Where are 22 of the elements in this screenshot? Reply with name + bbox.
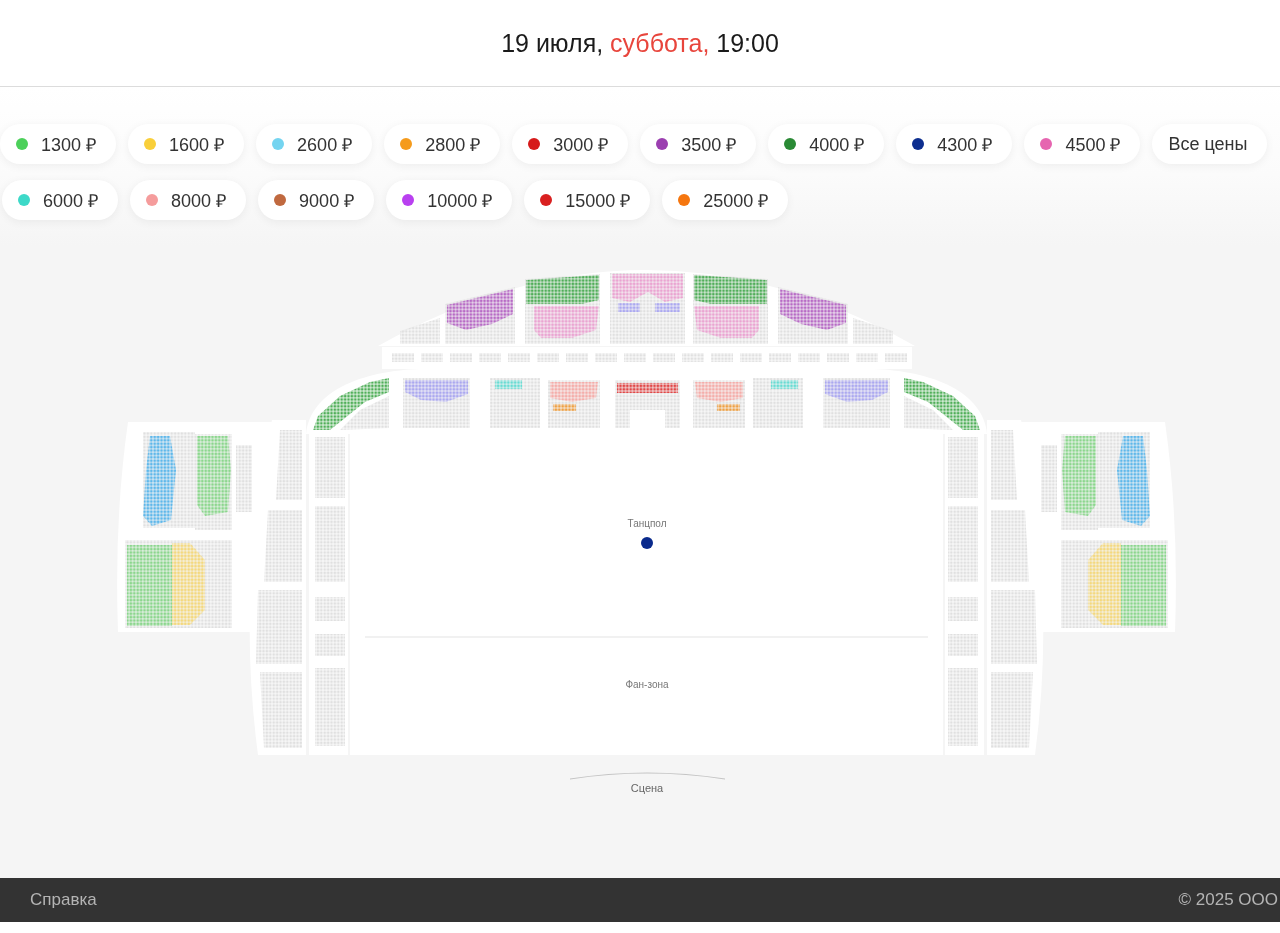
price-filter-chip[interactable]: 1300 ₽ [0, 124, 117, 164]
help-link[interactable]: Справка [30, 890, 97, 910]
price-filter-chip[interactable]: 1600 ₽ [128, 124, 245, 164]
price-filter-chip[interactable]: 3000 ₽ [512, 124, 629, 164]
zone-label: Фан-зона [625, 679, 669, 690]
stage-label: Сцена [630, 782, 664, 794]
zone-label: Танцпол [627, 518, 667, 529]
price-filter-chip[interactable]: 2800 ₽ [384, 124, 501, 164]
price-filter-chip[interactable]: 2600 ₽ [256, 124, 373, 164]
copyright-text: © 2025 ООО [1178, 890, 1278, 910]
price-filter-chip[interactable]: 8000 ₽ [130, 180, 247, 220]
price-filter-chip[interactable]: 4300 ₽ [896, 124, 1013, 164]
event-date-title: 19 июля, суббота, 19:00 [501, 28, 779, 58]
price-filter-chip[interactable]: 15000 ₽ [524, 180, 651, 220]
price-filter-chip[interactable]: 3500 ₽ [640, 124, 757, 164]
price-filter-chip[interactable]: 9000 ₽ [258, 180, 375, 220]
price-filter-chip[interactable]: 25000 ₽ [662, 180, 789, 220]
price-filter-chip[interactable]: 10000 ₽ [386, 180, 513, 220]
price-filter-chip[interactable]: 4500 ₽ [1024, 124, 1141, 164]
price-filter-chip[interactable]: 4000 ₽ [768, 124, 885, 164]
price-filter-chip[interactable]: Все цены [1152, 124, 1268, 164]
price-filter-chip[interactable]: 6000 ₽ [2, 180, 119, 220]
